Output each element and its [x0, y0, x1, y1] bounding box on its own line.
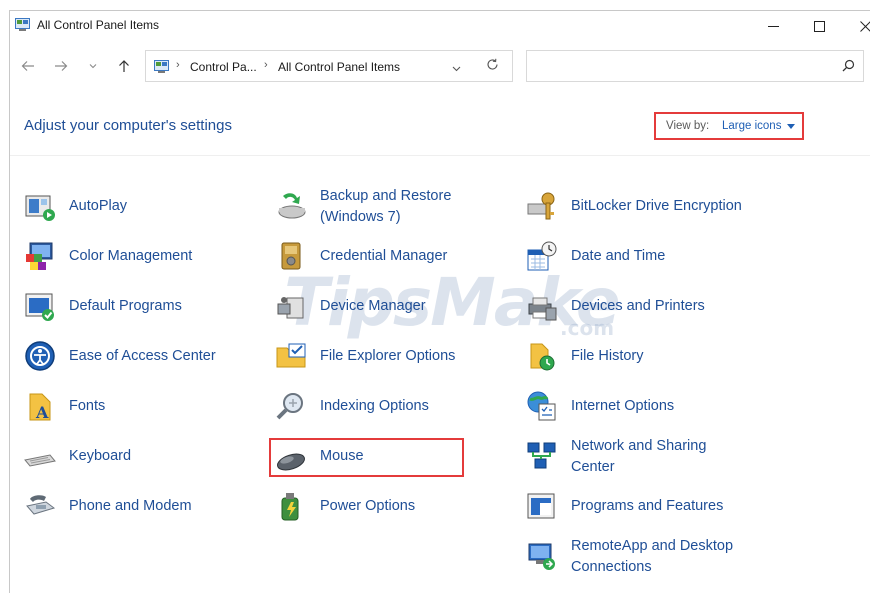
arrow-right-icon [55, 61, 68, 71]
breadcrumb-separator-icon[interactable]: › [176, 59, 180, 71]
navigation-bar: › Control Pa... › All Control Panel Item… [10, 49, 870, 85]
breadcrumb-separator-icon[interactable]: › [264, 59, 268, 71]
divider [10, 155, 870, 156]
item-label-line-2: Connections [571, 559, 652, 575]
back-button[interactable] [19, 57, 37, 75]
arrow-left-icon [21, 61, 34, 71]
device-manager-icon [277, 297, 304, 319]
control-panel-icon [15, 18, 30, 31]
item-label-line-1: Backup and Restore [320, 188, 452, 204]
address-dropdown-button[interactable] [452, 59, 461, 77]
close-icon [859, 20, 870, 32]
chevron-down-icon [452, 66, 461, 72]
item-label[interactable]: BitLocker Drive Encryption [571, 196, 742, 217]
item-label[interactable]: RemoteApp and Desktop Connections [571, 536, 733, 578]
file-history-icon [530, 343, 555, 371]
arrow-up-icon [119, 60, 129, 72]
item-label[interactable]: Power Options [320, 496, 415, 517]
page-title: Adjust your computer's settings [24, 117, 232, 134]
item-label[interactable]: Devices and Printers [571, 296, 705, 317]
keyboard-icon [24, 454, 56, 467]
item-label[interactable]: Fonts [69, 396, 105, 417]
item-label[interactable]: AutoPlay [69, 196, 127, 217]
refresh-button[interactable] [486, 58, 499, 76]
item-label[interactable]: Phone and Modem [69, 496, 192, 517]
chevron-down-icon [89, 64, 97, 69]
recent-locations-button[interactable] [84, 57, 102, 75]
svg-text:A: A [35, 403, 49, 422]
item-label[interactable]: Programs and Features [571, 496, 723, 517]
item-label[interactable]: Internet Options [571, 396, 674, 417]
default-programs-icon [25, 293, 54, 321]
indexing-options-icon [276, 393, 303, 420]
item-label[interactable]: File History [571, 346, 644, 367]
search-icon [842, 59, 855, 72]
mouse-highlight-box [269, 438, 464, 477]
view-by-value[interactable]: Large icons [722, 120, 781, 132]
breadcrumb-all-items[interactable]: All Control Panel Items [278, 60, 400, 74]
search-input[interactable] [526, 50, 864, 82]
item-label[interactable]: Ease of Access Center [69, 346, 216, 367]
item-label[interactable]: Network and Sharing Center [571, 436, 706, 478]
backup-restore-icon [278, 193, 306, 219]
window-border-left [9, 10, 10, 593]
date-time-icon [527, 241, 557, 271]
power-options-icon [281, 493, 299, 521]
item-label-line-2: Center [571, 459, 615, 475]
close-button[interactable] [842, 11, 870, 41]
view-by-selector[interactable]: View by: Large icons [654, 112, 804, 140]
item-label[interactable]: Backup and Restore (Windows 7) [320, 186, 451, 228]
remoteapp-icon [528, 543, 555, 570]
credential-manager-icon [281, 242, 301, 270]
up-button[interactable] [115, 57, 133, 75]
item-label[interactable]: Date and Time [571, 246, 665, 267]
item-label[interactable]: Indexing Options [320, 396, 429, 417]
minimize-icon [767, 25, 779, 27]
programs-features-icon [527, 493, 555, 519]
address-bar[interactable]: › Control Pa... › All Control Panel Item… [145, 50, 513, 82]
file-explorer-options-icon [276, 343, 306, 368]
item-label[interactable]: Color Management [69, 246, 192, 267]
ease-of-access-icon [25, 341, 55, 371]
dropdown-arrow-icon[interactable] [787, 124, 795, 129]
view-by-label: View by: [666, 120, 710, 132]
item-label[interactable]: Keyboard [69, 446, 131, 467]
item-label-line-1: RemoteApp and Desktop [571, 538, 734, 554]
item-label[interactable]: File Explorer Options [320, 346, 455, 367]
phone-modem-icon [26, 495, 56, 515]
window-title: All Control Panel Items [37, 18, 160, 32]
autoplay-icon [25, 195, 55, 221]
forward-button[interactable] [52, 57, 70, 75]
breadcrumb-control-panel[interactable]: Control Pa... [190, 60, 257, 74]
refresh-icon [487, 58, 498, 70]
bitlocker-icon [527, 192, 555, 220]
color-management-icon [26, 242, 53, 270]
title-bar[interactable]: All Control Panel Items [10, 11, 870, 41]
internet-options-icon [527, 391, 556, 421]
item-label-line-1: Network and Sharing [571, 438, 707, 454]
control-panel-icon [154, 60, 169, 73]
watermark-suffix: .com [560, 316, 615, 340]
fonts-folder-icon: A [29, 393, 51, 422]
item-label[interactable]: Credential Manager [320, 246, 447, 267]
network-sharing-icon [527, 442, 556, 469]
minimize-button[interactable] [750, 11, 796, 41]
item-label-line-2: (Windows 7) [320, 209, 401, 225]
maximize-button[interactable] [796, 11, 842, 41]
maximize-icon [813, 20, 825, 32]
devices-printers-icon [528, 297, 557, 321]
item-label[interactable]: Default Programs [69, 296, 182, 317]
item-label[interactable]: Device Manager [320, 296, 426, 317]
